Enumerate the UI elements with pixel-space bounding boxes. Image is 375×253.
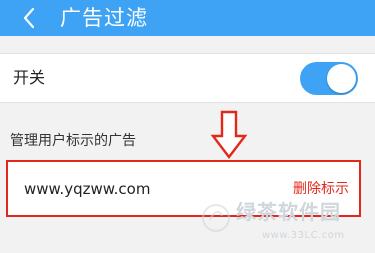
spacer bbox=[0, 36, 375, 53]
chevron-left-icon bbox=[23, 7, 35, 29]
back-button[interactable] bbox=[14, 3, 44, 33]
watermark-text: 绿茶软件园 bbox=[236, 200, 341, 224]
app-header: 广告过滤 bbox=[0, 0, 375, 36]
filter-switch-row: 开关 bbox=[0, 53, 375, 103]
annotation-arrow-down-icon bbox=[210, 110, 248, 159]
filter-toggle[interactable] bbox=[300, 62, 358, 95]
switch-label: 开关 bbox=[13, 68, 46, 87]
section-title: 管理用户标示的广告 bbox=[10, 133, 136, 149]
page-title: 广告过滤 bbox=[60, 6, 148, 30]
watermark-url: www.33LC.com bbox=[262, 230, 345, 241]
toggle-knob bbox=[327, 64, 356, 93]
item-domain: www.yqzww.com bbox=[24, 180, 151, 198]
